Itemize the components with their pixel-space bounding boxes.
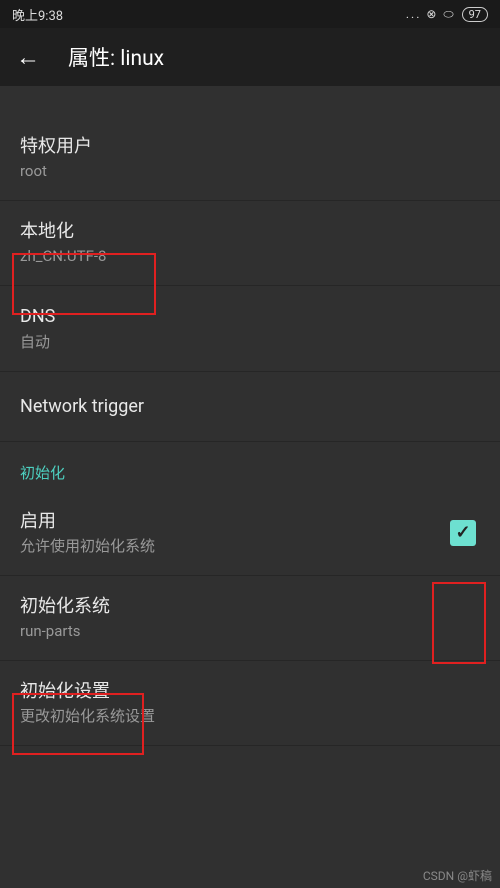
back-arrow-icon[interactable]: ← [16, 43, 40, 72]
item-subtitle: zh_CN.UTF-8 [20, 246, 480, 267]
network-trigger-item[interactable]: Network trigger [0, 372, 500, 442]
status-time: 晚上9:38 [12, 5, 63, 24]
item-title: 初始化系统 [20, 594, 480, 619]
localization-item[interactable]: 本地化 zh_CN.UTF-8 [0, 201, 500, 286]
battery-indicator: 97 [462, 7, 488, 22]
item-subtitle: 更改初始化系统设置 [20, 706, 480, 727]
page-title: 属性: linux [68, 42, 164, 72]
item-title: 启用 [20, 509, 450, 534]
init-settings-item[interactable]: 初始化设置 更改初始化系统设置 [0, 661, 500, 746]
dns-item[interactable]: DNS 自动 [0, 286, 500, 371]
status-bar: 晚上9:38 ... ⊗ ⬭ 97 [0, 0, 500, 28]
enable-checkbox[interactable]: ✓ [450, 520, 476, 546]
item-title: DNS [20, 304, 480, 329]
item-title: 本地化 [20, 219, 480, 244]
status-icons: ... ⊗ ⬭ [406, 7, 456, 22]
item-title: 初始化设置 [20, 679, 480, 704]
content-area: 特权用户 root 本地化 zh_CN.UTF-8 DNS 自动 Network… [0, 116, 500, 746]
item-title: 特权用户 [20, 134, 480, 159]
item-subtitle: 自动 [20, 332, 480, 353]
item-title: Network trigger [20, 390, 480, 423]
item-subtitle: run-parts [20, 621, 480, 642]
status-right: ... ⊗ ⬭ 97 [406, 7, 488, 22]
item-subtitle: 允许使用初始化系统 [20, 536, 450, 557]
app-header: ← 属性: linux [0, 28, 500, 86]
privileged-user-item[interactable]: 特权用户 root [0, 116, 500, 201]
init-system-item[interactable]: 初始化系统 run-parts [0, 576, 500, 661]
watermark: CSDN @虾稿 [423, 867, 492, 884]
init-section-header: 初始化 [0, 442, 500, 491]
enable-init-item[interactable]: 启用 允许使用初始化系统 ✓ [0, 491, 500, 576]
item-subtitle: root [20, 161, 480, 182]
